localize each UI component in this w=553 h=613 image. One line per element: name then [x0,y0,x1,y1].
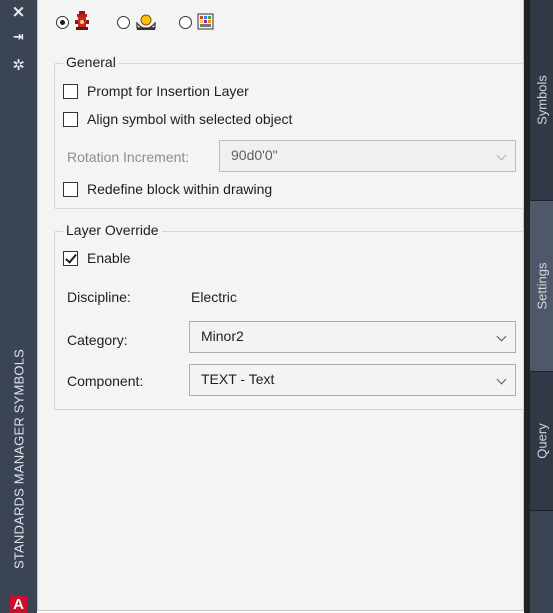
tab-query-label: Query [534,423,549,459]
rotation-increment-combo: 90d0'0" [219,140,516,172]
properties-icon[interactable]: ✲ [0,55,37,75]
palette-title-text: STANDARDS MANAGER SYMBOLS [11,348,26,570]
redefine-block-label[interactable]: Redefine block within drawing [87,181,272,197]
general-group-title: General [63,54,119,70]
settings-panel: General Prompt for Insertion Layer Align… [37,0,524,611]
enable-label[interactable]: Enable [87,250,131,266]
tab-settings[interactable]: Settings [530,201,553,372]
category-combo[interactable]: Minor2 [189,321,516,353]
component-combo[interactable]: TEXT - Text [189,364,516,396]
component-value: TEXT - Text [201,371,275,387]
chevron-down-icon [496,331,507,342]
layer-override-group-title: Layer Override [63,222,162,238]
discipline-label: Discipline: [67,289,131,305]
layer-override-group: Layer Override Enable Discipline: Electr… [54,222,524,410]
panel-grid-icon [197,13,214,30]
align-symbol-checkbox[interactable] [63,112,78,127]
redefine-block-checkbox[interactable] [63,182,78,197]
chevron-down-icon [496,374,507,385]
discipline-value: Electric [191,289,237,305]
fixture-icon [136,14,156,30]
general-group: General Prompt for Insertion Layer Align… [54,54,524,209]
component-label: Component: [67,373,144,389]
prompt-insertion-layer-label[interactable]: Prompt for Insertion Layer [87,83,249,99]
prompt-insertion-layer-checkbox[interactable] [63,84,78,99]
rotation-increment-label: Rotation Increment: [67,149,190,165]
tab-query[interactable]: Query [530,372,553,511]
side-tab-strip: Symbols Settings Query [524,0,553,613]
align-symbol-label[interactable]: Align symbol with selected object [87,111,292,127]
hydrant-icon [75,11,89,30]
palette-title: STANDARDS MANAGER SYMBOLS [0,320,37,598]
category-label: Category: [67,332,128,348]
tab-symbols-label: Symbols [534,75,549,125]
enable-checkbox[interactable] [63,251,78,266]
symbol-type-radio-3[interactable] [179,16,192,29]
category-value: Minor2 [201,328,244,344]
symbol-type-radio-1[interactable] [56,16,69,29]
autohide-icon[interactable]: ⇥ [0,28,37,48]
tab-symbols[interactable]: Symbols [530,0,553,201]
rotation-increment-value: 90d0'0" [231,147,278,163]
close-icon[interactable]: × [0,2,37,22]
chevron-down-icon [496,150,507,161]
autocad-logo-icon: A [10,596,27,613]
palette-title-strip: × ⇥ ✲ STANDARDS MANAGER SYMBOLS A [0,0,37,613]
tab-settings-label: Settings [534,262,549,310]
symbol-type-radio-2[interactable] [117,16,130,29]
